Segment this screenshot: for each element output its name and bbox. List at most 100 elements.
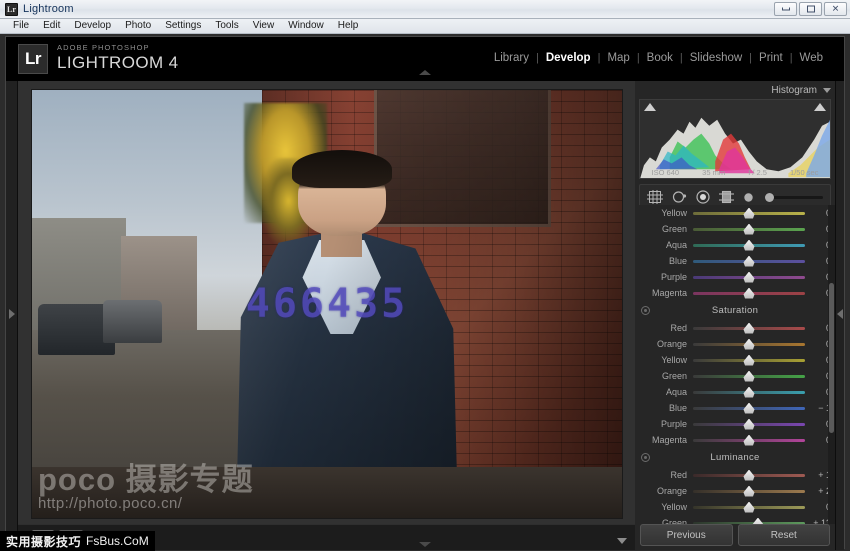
slider-label: Purple <box>635 419 693 429</box>
right-panel-scrollbar[interactable] <box>828 205 835 524</box>
menu-item-photo[interactable]: Photo <box>118 19 158 33</box>
saturation-section: Red 0 Orange 0 Yellow <box>635 320 835 448</box>
poco-watermark-line1: poco 摄影专题 <box>38 464 622 495</box>
module-picker: Library | Develop | Map | Book | Slidesh… <box>487 52 830 64</box>
close-icon[interactable]: ✕ <box>824 2 847 16</box>
identity-plate[interactable]: Lr ADOBE PHOTOSHOP LIGHTROOM 4 <box>18 44 179 74</box>
identity-title: LIGHTROOM 4 <box>57 53 179 72</box>
filmstrip-collapse-icon[interactable] <box>617 538 627 544</box>
aperture-value: f / 2.5 <box>748 168 767 177</box>
slider-track[interactable] <box>693 292 805 295</box>
number-watermark: 466435 <box>246 281 409 327</box>
identity-subtitle: ADOBE PHOTOSHOP <box>57 43 179 53</box>
slider-row: Purple 0 <box>635 416 835 432</box>
menu-bar: File Edit Develop Photo Settings Tools V… <box>0 19 850 34</box>
lightroom-icon: Lr <box>5 3 18 16</box>
slider-track[interactable] <box>693 212 805 215</box>
identity-and-module-bar: Lr ADOBE PHOTOSHOP LIGHTROOM 4 Library |… <box>6 37 844 81</box>
saturation-section-header[interactable]: Saturation <box>635 301 835 320</box>
slider-row: Yellow 0 <box>635 205 835 221</box>
maximize-icon[interactable] <box>799 2 822 16</box>
reset-button[interactable]: Reset <box>738 524 831 546</box>
menu-item-file[interactable]: File <box>6 19 36 33</box>
luminance-section: Red + 1 Orange + 2 Yellow <box>635 467 835 524</box>
menu-item-help[interactable]: Help <box>331 19 366 33</box>
application-window: Lr Lightroom ✕ File Edit Develop Photo S… <box>0 0 850 551</box>
top-panel-collapse-icon[interactable] <box>419 70 431 75</box>
shutter-speed-value: 1/50 sec <box>790 168 818 177</box>
menu-item-edit[interactable]: Edit <box>36 19 67 33</box>
slider-track[interactable] <box>693 327 805 330</box>
graduated-filter-icon[interactable] <box>719 190 734 204</box>
module-map[interactable]: Map <box>600 52 636 64</box>
slider-track[interactable] <box>693 474 805 477</box>
menu-item-develop[interactable]: Develop <box>67 19 118 33</box>
red-eye-correction-icon[interactable] <box>696 190 710 204</box>
slider-track[interactable] <box>693 359 805 362</box>
slider-label: Aqua <box>635 387 693 397</box>
slider-track[interactable] <box>693 375 805 378</box>
histogram-header[interactable]: Histogram <box>635 81 835 99</box>
poco-watermark: poco 摄影专题 http://photo.poco.cn/ <box>38 464 622 512</box>
lightroom-app: Lr ADOBE PHOTOSHOP LIGHTROOM 4 Library |… <box>0 34 850 551</box>
histogram[interactable]: ISO 640 35 mm f / 2.5 1/50 sec <box>639 99 831 179</box>
target-adjustment-icon[interactable] <box>641 306 650 315</box>
slider-label: Yellow <box>635 355 693 365</box>
slider-track[interactable] <box>693 423 805 426</box>
filmstrip-collapse-arrow-icon[interactable] <box>419 542 431 547</box>
slider-row: Green 0 <box>635 221 835 237</box>
slider-label: Blue <box>635 256 693 266</box>
module-print[interactable]: Print <box>752 52 790 64</box>
poco-watermark-line2: http://photo.poco.cn/ <box>38 495 622 512</box>
module-library[interactable]: Library <box>487 52 536 64</box>
slider-track[interactable] <box>693 506 805 509</box>
slider-track[interactable] <box>693 228 805 231</box>
menu-item-tools[interactable]: Tools <box>208 19 245 33</box>
module-slideshow[interactable]: Slideshow <box>683 52 749 64</box>
minimize-icon[interactable] <box>774 2 797 16</box>
brush-size-slider[interactable] <box>765 196 823 199</box>
slider-track[interactable] <box>693 490 805 493</box>
menu-item-window[interactable]: Window <box>281 19 331 33</box>
slider-row: Yellow 0 <box>635 352 835 368</box>
image-viewer: 466435 poco 摄影专题 http://photo.poco.cn/ Y… <box>18 81 635 550</box>
crop-overlay-icon[interactable] <box>647 190 663 204</box>
previous-button[interactable]: Previous <box>640 524 733 546</box>
hue-section: Yellow 0 Green 0 Aqua <box>635 205 835 301</box>
window-titlebar: Lr Lightroom ✕ <box>0 0 850 19</box>
photo-canvas[interactable]: 466435 poco 摄影专题 http://photo.poco.cn/ <box>32 90 622 518</box>
shadow-clipping-icon[interactable] <box>644 103 656 111</box>
luminance-section-header[interactable]: Luminance <box>635 448 835 467</box>
slider-label: Green <box>635 224 693 234</box>
slider-track[interactable] <box>693 276 805 279</box>
right-panel-collapse-strip[interactable] <box>835 81 844 550</box>
scrollbar-thumb[interactable] <box>829 283 834 433</box>
right-panel: Histogram <box>635 81 835 550</box>
footer-watermark-en: FsBus.CoM <box>86 534 149 548</box>
histogram-title: Histogram <box>771 85 817 96</box>
module-book[interactable]: Book <box>640 52 680 64</box>
module-web[interactable]: Web <box>793 52 830 64</box>
menu-item-view[interactable]: View <box>246 19 282 33</box>
slider-track[interactable] <box>693 439 805 442</box>
left-panel-collapse-strip[interactable] <box>6 81 18 550</box>
target-adjustment-icon[interactable] <box>641 453 650 462</box>
slider-label: Red <box>635 470 693 480</box>
adjustment-brush-icon[interactable] <box>743 192 754 203</box>
slider-track[interactable] <box>693 343 805 346</box>
highlight-clipping-icon[interactable] <box>814 103 826 111</box>
slider-label: Purple <box>635 272 693 282</box>
hsl-panel: Yellow 0 Green 0 Aqua <box>635 205 835 524</box>
slider-track[interactable] <box>693 260 805 263</box>
module-develop[interactable]: Develop <box>539 52 598 64</box>
slider-track[interactable] <box>693 391 805 394</box>
slider-label: Magenta <box>635 435 693 445</box>
slider-track[interactable] <box>693 407 805 410</box>
focal-length-value: 35 mm <box>702 168 725 177</box>
panel-action-buttons: Previous Reset <box>635 524 835 546</box>
slider-label: Red <box>635 323 693 333</box>
spot-removal-icon[interactable] <box>672 190 687 204</box>
menu-item-settings[interactable]: Settings <box>158 19 208 33</box>
lightroom-frame: Lr ADOBE PHOTOSHOP LIGHTROOM 4 Library |… <box>5 36 845 549</box>
slider-track[interactable] <box>693 244 805 247</box>
